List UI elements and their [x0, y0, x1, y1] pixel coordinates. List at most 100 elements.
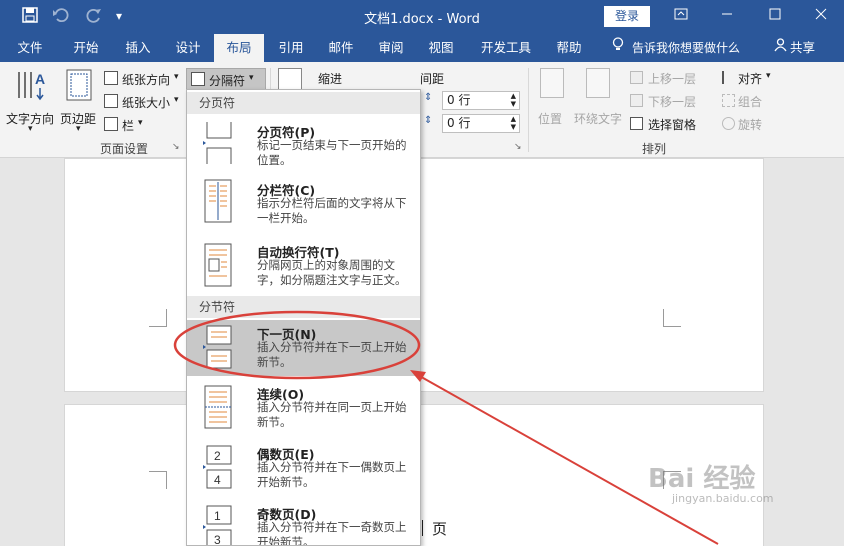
orientation-label: 纸张方向	[122, 73, 171, 87]
text-wrapping-break-item[interactable]: 自动换行符(T) 分隔网页上的对象周围的文字，如分隔题注文字与正文。	[187, 236, 420, 296]
next-page-item[interactable]: 下一页(N) 插入分节符并在下一页上开始新节。	[187, 320, 420, 376]
tab-view[interactable]: 视图	[418, 34, 464, 62]
tab-references[interactable]: 引用	[268, 34, 314, 62]
send-backward-label: 下移一层	[648, 95, 697, 109]
send-backward-button[interactable]: 下移一层	[630, 92, 718, 112]
breaks-button[interactable]: 分隔符 ▾	[186, 68, 266, 90]
page-break-desc: 标记一页结束与下一页开始的位置。	[257, 138, 407, 167]
column-break-desc: 指示分栏符后面的文字将从下一栏开始。	[257, 196, 407, 225]
wrap-text-icon	[586, 68, 610, 98]
rotate-icon	[722, 117, 735, 130]
spinner-icon[interactable]: ▲ ▼	[511, 92, 516, 108]
text-cursor	[422, 520, 423, 536]
page-break-item[interactable]: 分页符(P) 标记一页结束与下一页开始的位置。	[187, 116, 420, 172]
selection-pane-button[interactable]: 选择窗格	[630, 115, 718, 135]
columns-button[interactable]: 栏 ▾	[102, 115, 152, 135]
align-label: 对齐	[738, 72, 763, 86]
tab-layout[interactable]: 布局	[214, 34, 264, 62]
dialog-launcher-icon[interactable]: ↘	[514, 142, 522, 152]
minimize-icon[interactable]	[712, 4, 742, 28]
text-wrapping-break-icon	[204, 243, 232, 287]
paper-size-button[interactable]: 纸张大小 ▾	[102, 92, 186, 112]
maximize-icon[interactable]	[760, 4, 790, 28]
paper-size-icon	[104, 94, 118, 108]
svg-text:1: 1	[214, 509, 221, 523]
document-text: 页	[432, 520, 448, 538]
tab-mailings[interactable]: 邮件	[318, 34, 364, 62]
text-direction-icon: A	[18, 71, 45, 101]
tab-developer[interactable]: 开发工具	[470, 34, 542, 62]
margins-icon	[66, 69, 92, 101]
spacing-before-input[interactable]: 0 行 ▲ ▼	[442, 91, 520, 110]
person-icon	[774, 34, 790, 62]
ribbon-display-icon[interactable]	[666, 4, 696, 28]
tell-me-search[interactable]: 告诉我你想要做什么	[612, 34, 740, 62]
section-breaks-header: 分节符	[187, 296, 420, 318]
chevron-down-icon: ▾	[249, 73, 254, 83]
title-bar: ▾ 文档1.docx - Word 登录	[0, 0, 844, 34]
continuous-desc: 插入分节符并在同一页上开始新节。	[257, 400, 407, 429]
bring-forward-button[interactable]: 上移一层	[630, 69, 718, 89]
share-button[interactable]: 共享	[774, 34, 815, 62]
chevron-down-icon: ▾	[174, 95, 179, 105]
tab-review[interactable]: 审阅	[368, 34, 414, 62]
text-wrapping-break-desc: 分隔网页上的对象周围的文字，如分隔题注文字与正文。	[257, 258, 407, 287]
column-break-icon	[204, 179, 232, 223]
chevron-down-icon: ▾	[76, 124, 81, 134]
spacing-label: 间距	[420, 72, 445, 86]
tab-help[interactable]: 帮助	[546, 34, 592, 62]
spacing-before-icon: ⇕	[424, 92, 433, 103]
rotate-button[interactable]: 旋转	[722, 115, 782, 135]
chevron-down-icon: ▾	[766, 71, 771, 81]
odd-page-item[interactable]: 13 奇数页(D) 插入分节符并在下一奇数页上开始新节。	[187, 500, 420, 546]
columns-icon	[104, 117, 118, 131]
tab-file[interactable]: 文件	[6, 34, 54, 62]
svg-text:4: 4	[214, 473, 221, 487]
group-separator	[528, 68, 529, 152]
crop-mark	[149, 309, 167, 327]
lightbulb-icon	[612, 34, 626, 62]
wrap-text-label: 环绕文字	[574, 112, 623, 126]
send-backward-icon	[630, 94, 643, 107]
chevron-down-icon: ▾	[174, 72, 179, 82]
group-button[interactable]: 组合	[722, 92, 782, 112]
dialog-launcher-icon[interactable]: ↘	[172, 142, 180, 152]
selection-pane-label: 选择窗格	[648, 118, 697, 132]
column-break-item[interactable]: 分栏符(C) 指示分栏符后面的文字将从下一栏开始。	[187, 174, 420, 232]
tab-insert[interactable]: 插入	[114, 34, 162, 62]
continuous-item[interactable]: 连续(O) 插入分节符并在同一页上开始新节。	[187, 380, 420, 436]
arrange-group-label: 排列	[642, 142, 667, 156]
close-icon[interactable]	[806, 4, 836, 28]
align-button[interactable]: 对齐 ▾	[722, 69, 782, 89]
even-page-item[interactable]: 24 偶数页(E) 插入分节符并在下一偶数页上开始新节。	[187, 440, 420, 496]
share-label: 共享	[790, 40, 816, 55]
svg-text:2: 2	[214, 449, 221, 463]
login-button[interactable]: 登录	[604, 6, 650, 27]
bring-forward-label: 上移一层	[648, 72, 697, 86]
group-label: 组合	[738, 95, 763, 109]
indent-label: 缩进	[318, 72, 343, 86]
page-setup-group-label: 页面设置	[100, 142, 149, 156]
text-direction-button[interactable]: A 文字方向 ▾	[6, 68, 56, 134]
position-button[interactable]: 位置	[536, 68, 570, 134]
chevron-down-icon: ▾	[138, 118, 143, 128]
tab-design[interactable]: 设计	[164, 34, 212, 62]
svg-text:3: 3	[214, 533, 221, 546]
even-page-break-icon: 24	[203, 445, 232, 489]
breaks-dropdown: 分页符 分页符(P) 标记一页结束与下一页开始的位置。 分栏符(C) 指示分栏符…	[186, 89, 421, 546]
odd-page-desc: 插入分节符并在下一奇数页上开始新节。	[257, 520, 407, 546]
next-page-break-icon	[203, 325, 232, 369]
tab-home[interactable]: 开始	[60, 34, 112, 62]
even-page-desc: 插入分节符并在下一偶数页上开始新节。	[257, 460, 407, 489]
orientation-icon	[104, 71, 118, 85]
margins-button[interactable]: 页边距 ▾	[58, 68, 100, 134]
watermark-url: jingyan.baidu.com	[672, 492, 774, 505]
wrap-text-button[interactable]: 环绕文字	[574, 68, 624, 134]
spacing-after-input[interactable]: 0 行 ▲ ▼	[442, 114, 520, 133]
group-icon	[722, 94, 735, 107]
next-page-desc: 插入分节符并在下一页上开始新节。	[257, 340, 407, 369]
spinner-icon[interactable]: ▲ ▼	[511, 115, 516, 131]
paper-size-label: 纸张大小	[122, 96, 171, 110]
orientation-button[interactable]: 纸张方向 ▾	[102, 69, 186, 89]
tell-me-text: 告诉我你想要做什么	[632, 41, 741, 55]
